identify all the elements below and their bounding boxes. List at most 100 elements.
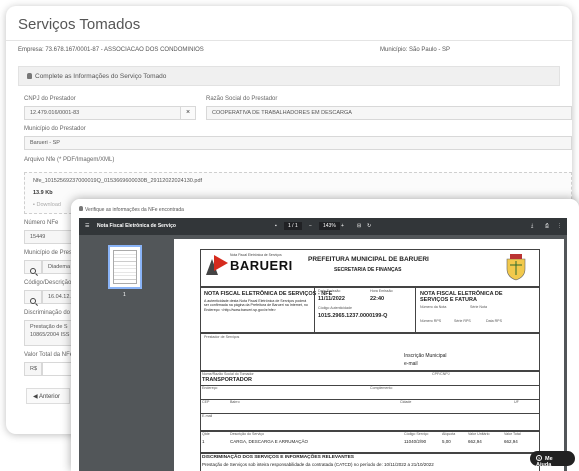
download-icon[interactable]: ⤓ xyxy=(531,223,533,229)
codigo-aut: 101S.2965.1237.0000199-Q xyxy=(318,313,388,319)
valor-prefix: R$ xyxy=(24,362,42,376)
anterior-button[interactable]: ◀ Anterior xyxy=(26,388,70,404)
data-rps-label: Data RPS xyxy=(486,319,502,323)
discriminacao-title: DISCRIMINAÇÃO DOS SERVIÇOS E INFORMAÇÕES… xyxy=(202,455,355,460)
zoom-out-icon[interactable]: − xyxy=(309,223,312,229)
sidebar-toggle-icon[interactable]: ▪ xyxy=(275,223,277,229)
user-icon xyxy=(79,206,83,211)
numero-nota-label: Número da Nota xyxy=(420,305,447,309)
valor-total-label: Valor Total xyxy=(504,432,521,436)
search-municipio-button[interactable] xyxy=(24,260,42,274)
download-label: Download xyxy=(36,202,61,208)
inscricao-label: Inscrição Municipal xyxy=(404,353,447,359)
logo-icon xyxy=(206,255,228,275)
close-icon: × xyxy=(185,109,191,116)
row-divider xyxy=(200,399,540,400)
uf-label: UF xyxy=(514,400,519,404)
pdf-window: Verifique as informações da NFe encontra… xyxy=(71,199,579,471)
qtde-value: 1 xyxy=(202,439,205,444)
cpf-label: CPF/CNPJ xyxy=(432,372,450,376)
numero-field[interactable]: 15449 xyxy=(24,230,74,244)
prestador-box xyxy=(200,333,540,371)
print-icon[interactable]: ⎙ xyxy=(545,223,549,229)
page-thumbnail[interactable] xyxy=(108,245,142,289)
razao-field[interactable]: COOPERATIVA DE TRABALHADORES EM DESCARGA xyxy=(206,106,572,120)
search-codigo-button[interactable] xyxy=(24,290,42,304)
pdf-toolbar: ☰ Nota Fiscal Eletrônica de Serviço ▪ 1 … xyxy=(79,218,567,235)
numero-rps-label: Número RPS xyxy=(420,319,442,323)
more-options-icon[interactable]: ⋮ xyxy=(557,223,562,229)
row-divider xyxy=(200,413,540,414)
question-icon: ? xyxy=(536,455,542,461)
secretaria-title: SECRETARIA DE FINANÇAS xyxy=(334,267,402,273)
municipio-info: Município: São Paulo - SP xyxy=(380,47,451,53)
hora-label: Hora Emissão xyxy=(370,289,393,293)
rotate-icon[interactable]: ↻ xyxy=(367,223,371,229)
cidade-label: Cidade xyxy=(400,400,412,404)
cep-label: CEP xyxy=(202,400,210,404)
nfe-fatura-title: NOTA FISCAL ELETRÔNICA DE SERVIÇOS E FAT… xyxy=(420,291,503,303)
autenticidade-text: A autenticidade desta Nota Fiscal Eletrô… xyxy=(204,299,308,312)
logo-text: BARUERI xyxy=(230,258,293,273)
hora: 22:40 xyxy=(370,296,385,302)
serie-nota-label: Série Nota xyxy=(470,305,487,309)
pdf-window-title: Verifique as informações da NFe encontra… xyxy=(85,207,184,213)
thumbnail-preview xyxy=(113,250,137,284)
discriminacao-line-1: Prestação de S xyxy=(30,324,68,330)
cnpj-field[interactable]: 12.479.016/0001-83 xyxy=(24,106,184,120)
download-button[interactable]: ▪ Download xyxy=(33,202,61,208)
cod-servico-value: 11040/2/90 xyxy=(404,439,427,444)
trash-icon: ▪ xyxy=(33,202,35,208)
pdf-sidebar: 1 xyxy=(79,235,167,471)
user-icon xyxy=(27,73,32,79)
valor-unit-value: 662,94 xyxy=(468,439,482,444)
zoom-level[interactable]: 143% xyxy=(319,222,340,230)
barueri-logo xyxy=(206,255,228,276)
arquivo-label: Arquivo Nfe (* PDF/Imagem/XML) xyxy=(24,157,115,163)
arrow-left-icon: ◀ xyxy=(33,394,38,400)
data-emissao: 11/11/2022 xyxy=(318,296,345,302)
panel-header: Complete as Informações do Serviço Tomad… xyxy=(18,66,560,86)
datas-box xyxy=(314,287,416,333)
discriminacao-field[interactable]: Prestação de S 10865/2004 ISS xyxy=(24,320,78,346)
prestador-label: Prestador de Serviços xyxy=(204,335,240,339)
valor-total-value: 662,94 xyxy=(504,439,518,444)
tomador-label: Nome/Razão Social do Tomador xyxy=(202,372,254,376)
nota-title: NOTA FISCAL ELETRÔNICA DE SERVIÇOS - NFE xyxy=(204,291,333,297)
cod-servico-label: Código Serviço xyxy=(404,432,429,436)
help-button[interactable]: ? Me Ajuda xyxy=(530,451,575,468)
numero-label: Número NFe xyxy=(24,220,59,226)
pdf-doc-title: Nota Fiscal Eletrônica de Serviço xyxy=(97,223,176,229)
file-name: Nfe_10152569237000019Q_0153669600030B_29… xyxy=(33,178,203,184)
divider xyxy=(6,40,572,41)
descricao-value: CARGA, DESCARGA E ARRUMAÇÃO xyxy=(230,439,309,444)
endereco-label: Endereço xyxy=(202,386,218,390)
pdf-window-header: Verifique as informações da NFe encontra… xyxy=(71,199,579,218)
page-indicator[interactable]: 1 / 1 xyxy=(284,222,302,230)
discriminacao-line-2: 10865/2004 ISS xyxy=(30,332,70,338)
bairro-label: Bairro xyxy=(230,400,240,404)
pdf-content-area[interactable]: Nota Fiscal Eletrônica de Serviços BARUE… xyxy=(167,235,567,471)
pdf-page: Nota Fiscal Eletrônica de Serviços BARUE… xyxy=(174,239,564,471)
valor-unit-label: Valor Unitário xyxy=(468,432,490,436)
search-icon xyxy=(30,298,36,304)
descricao-label: Descrição do Serviço xyxy=(230,432,264,436)
menu-icon[interactable]: ☰ xyxy=(85,223,89,229)
coat-of-arms-icon xyxy=(504,253,528,281)
municipio-prestador-label: Município do Prestador xyxy=(24,126,86,132)
municipio-prestador-field[interactable]: Barueri - SP xyxy=(24,136,572,150)
logo-small-text: Nota Fiscal Eletrônica de Serviços xyxy=(230,253,282,257)
discriminacao-text: Prestação de Serviços sob inteira respon… xyxy=(202,462,434,467)
complemento-label: Complemento xyxy=(370,386,393,390)
email-label: e-mail xyxy=(404,361,418,367)
clear-cnpj-button[interactable]: × xyxy=(180,106,196,120)
zoom-in-icon[interactable]: + xyxy=(341,223,344,229)
aliquota-label: Alíquota xyxy=(442,432,456,436)
fit-page-icon[interactable]: ⊟ xyxy=(357,223,361,229)
discriminacao-label: Discriminação do S xyxy=(24,310,76,316)
page-title: Serviços Tomados xyxy=(18,16,141,33)
thumbnail-number: 1 xyxy=(123,292,126,298)
tomador-name: TRANSPORTADOR xyxy=(202,377,253,383)
aliquota-value: 5,00 xyxy=(442,439,451,444)
codigo-aut-label: Código Autenticidade xyxy=(318,306,352,310)
